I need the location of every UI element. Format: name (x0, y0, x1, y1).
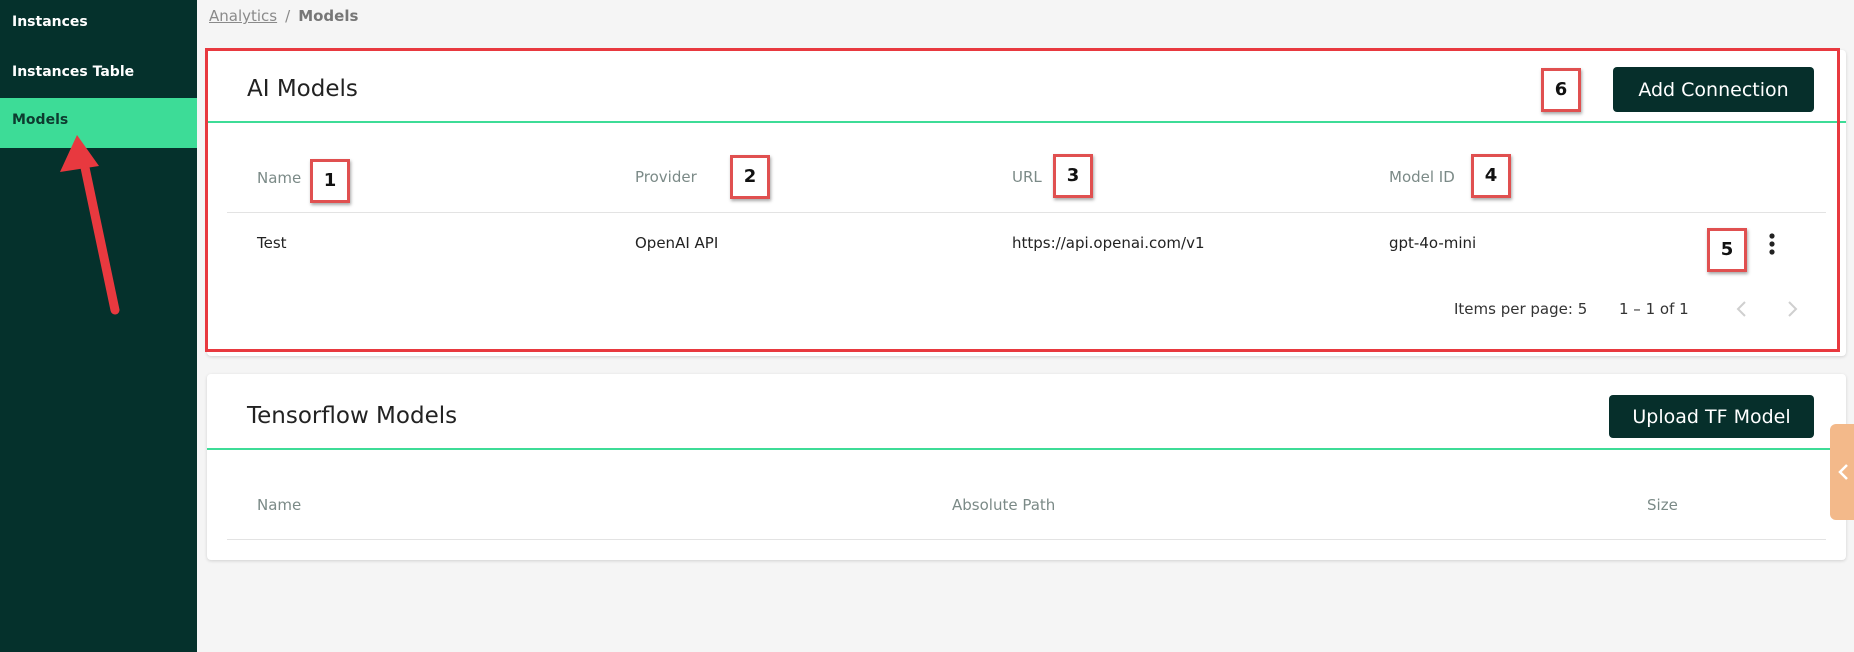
annotation-arrow (60, 135, 120, 315)
cell-url: https://api.openai.com/v1 (1012, 234, 1205, 252)
column-header-absolute-path[interactable]: Absolute Path (952, 496, 1055, 514)
column-header-provider[interactable]: Provider (635, 168, 697, 186)
column-header-model-id[interactable]: Model ID (1389, 168, 1455, 186)
breadcrumb-analytics-link[interactable]: Analytics (209, 7, 277, 25)
annotation-badge-4: 4 (1471, 154, 1511, 198)
annotation-badge-2: 2 (730, 155, 770, 199)
ai-models-title: AI Models (247, 76, 358, 102)
ai-models-divider (207, 121, 1846, 123)
chevron-left-icon (1838, 464, 1848, 480)
sidebar: Instances Instances Table Models (0, 0, 197, 652)
cell-provider: OpenAI API (635, 234, 719, 252)
column-header-size[interactable]: Size (1647, 496, 1678, 514)
upload-tf-model-button[interactable]: Upload TF Model (1609, 395, 1814, 438)
items-per-page-select[interactable]: 5 (1578, 300, 1588, 318)
annotation-badge-6: 6 (1541, 68, 1581, 112)
annotation-badge-5: 5 (1707, 228, 1747, 272)
items-per-page-label: Items per page: (1454, 300, 1573, 318)
tensorflow-models-title: Tensorflow Models (247, 403, 458, 429)
column-header-url[interactable]: URL (1012, 168, 1042, 186)
side-panel-toggle[interactable] (1830, 424, 1854, 520)
tensorflow-models-card (207, 374, 1846, 560)
annotation-badge-3: 3 (1053, 154, 1093, 198)
breadcrumb: Analytics / Models (209, 7, 358, 25)
sidebar-item-instances-table[interactable]: Instances Table (0, 50, 197, 100)
cell-name: Test (257, 234, 287, 252)
column-header-name[interactable]: Name (257, 169, 301, 187)
header-row-divider (227, 212, 1826, 213)
header-row-divider (227, 539, 1826, 540)
chevron-left-icon[interactable] (1731, 298, 1753, 320)
chevron-right-icon[interactable] (1781, 298, 1803, 320)
cell-model-id: gpt-4o-mini (1389, 234, 1477, 252)
annotation-badge-1: 1 (310, 159, 350, 203)
column-header-name[interactable]: Name (257, 496, 301, 514)
breadcrumb-separator: / (285, 7, 291, 25)
pagination-size-label: Items per page: 5 (1454, 300, 1587, 318)
ai-models-card (207, 50, 1846, 356)
breadcrumb-current: Models (298, 7, 359, 25)
add-connection-button[interactable]: Add Connection (1613, 67, 1814, 112)
tensorflow-models-divider (207, 448, 1846, 450)
more-vertical-icon[interactable] (1762, 232, 1782, 256)
sidebar-item-instances[interactable]: Instances (0, 0, 197, 50)
pagination-range: 1 – 1 of 1 (1619, 300, 1689, 318)
